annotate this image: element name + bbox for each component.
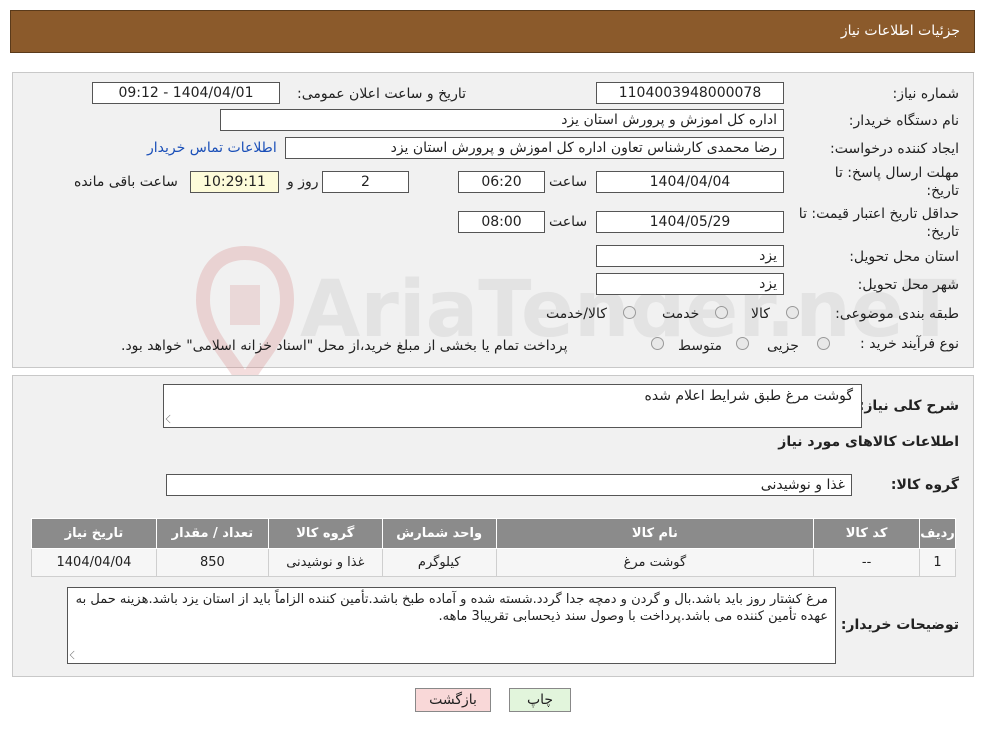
buyer-notes-field[interactable]: مرغ کشتار روز باید باشد.بال و گردن و دمچ… xyxy=(67,587,836,664)
buyer-org-field: اداره کل اموزش و پرورش استان یزد xyxy=(220,109,784,131)
category-both-radio[interactable] xyxy=(623,306,636,319)
back-button[interactable]: بازگشت xyxy=(415,688,491,712)
description-field[interactable]: گوشت مرغ طبق شرایط اعلام شده xyxy=(163,384,862,428)
cell-unit: کیلوگرم xyxy=(381,548,497,577)
page-header: جزئیات اطلاعات نیاز xyxy=(10,10,975,53)
buyer-contact-link[interactable]: اطلاعات تماس خریدار xyxy=(147,140,277,156)
buyer-notes-label: توضیحات خریدار: xyxy=(840,617,959,633)
watermark-logo-icon xyxy=(195,245,295,395)
cell-need-date: 1404/04/04 xyxy=(31,548,157,577)
print-button[interactable]: چاپ xyxy=(509,688,571,712)
creator-field: رضا محمدی کارشناس تعاون اداره کل اموزش و… xyxy=(285,137,784,159)
validity-label: حداقل تاریخ اعتبار قیمت: تا xyxy=(798,206,959,222)
col-header-quantity: تعداد / مقدار xyxy=(155,518,269,549)
city-field: یزد xyxy=(596,273,784,295)
description-label: شرح کلی نیاز: xyxy=(858,398,959,414)
cell-goods-code: -- xyxy=(813,548,921,577)
process-medium-label: متوسط xyxy=(678,338,722,354)
need-number-field: 1104003948000078 xyxy=(596,82,784,104)
deadline-time-label: ساعت xyxy=(549,174,588,190)
category-service-radio[interactable] xyxy=(715,306,728,319)
process-treasury-checkbox[interactable] xyxy=(651,337,664,350)
creator-label: ایجاد کننده درخواست: xyxy=(830,141,959,157)
col-header-unit: واحد شمارش xyxy=(381,518,497,549)
cell-row-number: 1 xyxy=(919,548,956,577)
validity-time-field: 08:00 xyxy=(458,211,545,233)
buyer-org-label: نام دستگاه خریدار: xyxy=(848,113,959,129)
description-text: گوشت مرغ طبق شرایط اعلام شده xyxy=(644,388,853,404)
cell-quantity: 850 xyxy=(155,548,269,577)
process-medium-radio[interactable] xyxy=(736,337,749,350)
goods-group-field: غذا و نوشیدنی xyxy=(166,474,852,496)
category-both-label: کالا/خدمت xyxy=(546,306,607,322)
process-minor-radio[interactable] xyxy=(817,337,830,350)
resize-handle-icon[interactable] xyxy=(165,414,175,424)
city-label: شهر محل تحویل: xyxy=(857,277,959,293)
goods-info-title: اطلاعات کالاهای مورد نیاز xyxy=(778,434,959,450)
process-type-label: نوع فرآیند خرید : xyxy=(860,336,959,352)
remaining-time-field: 10:29:11 xyxy=(190,171,279,193)
resize-handle-icon[interactable] xyxy=(69,650,79,660)
table-row: 1 -- گوشت مرغ کیلوگرم غذا و نوشیدنی 850 … xyxy=(31,548,956,577)
col-header-goods-code: کد کالا xyxy=(813,518,921,549)
validity-time-label: ساعت xyxy=(549,214,588,230)
need-number-label: شماره نیاز: xyxy=(892,86,960,102)
deadline-time-field: 06:20 xyxy=(458,171,545,193)
remaining-time-label: ساعت باقی مانده xyxy=(74,174,178,190)
category-goods-radio[interactable] xyxy=(786,306,799,319)
col-header-need-date: تاریخ نیاز xyxy=(31,518,157,549)
announce-label: تاریخ و ساعت اعلان عمومی: xyxy=(297,86,466,102)
category-service-label: خدمت xyxy=(662,306,700,322)
goods-table: ردیف کد کالا نام کالا واحد شمارش گروه کا… xyxy=(31,518,956,577)
process-minor-label: جزیی xyxy=(767,338,799,354)
validity-label-date: تاریخ: xyxy=(926,224,959,240)
table-header-row: ردیف کد کالا نام کالا واحد شمارش گروه کا… xyxy=(31,518,956,549)
process-note: پرداخت تمام یا بخشی از مبلغ خرید،از محل … xyxy=(121,338,568,354)
goods-group-label: گروه کالا: xyxy=(890,477,959,493)
announce-datetime-field: 1404/04/01 - 09:12 xyxy=(92,82,280,104)
page-title: جزئیات اطلاعات نیاز xyxy=(840,23,960,39)
deadline-label-date: تاریخ: xyxy=(926,183,959,199)
category-goods-label: کالا xyxy=(751,306,770,322)
province-field: یزد xyxy=(596,245,784,267)
col-header-goods-name: نام کالا xyxy=(495,518,815,549)
cell-goods-name: گوشت مرغ xyxy=(495,548,815,577)
category-label: طبقه بندی موضوعی: xyxy=(835,306,959,322)
province-label: استان محل تحویل: xyxy=(849,249,959,265)
validity-date-field: 1404/05/29 xyxy=(596,211,784,233)
buyer-notes-text: مرغ کشتار روز باید باشد.بال و گردن و دمچ… xyxy=(75,592,828,624)
col-header-goods-group: گروه کالا xyxy=(267,518,383,549)
cell-goods-group: غذا و نوشیدنی xyxy=(267,548,383,577)
deadline-label: مهلت ارسال پاسخ: تا xyxy=(834,165,959,181)
days-remaining-field: 2 xyxy=(322,171,409,193)
deadline-date-field: 1404/04/04 xyxy=(596,171,784,193)
col-header-row-number: ردیف xyxy=(919,518,956,549)
days-label: روز و xyxy=(287,174,319,190)
